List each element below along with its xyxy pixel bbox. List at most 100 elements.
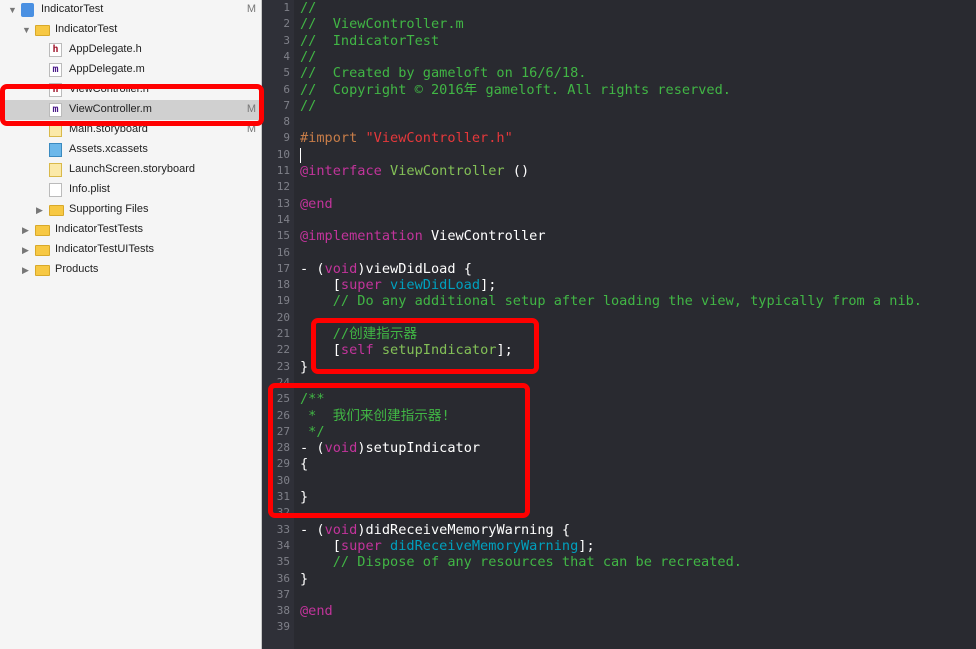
scm-status-badge: M bbox=[246, 3, 256, 15]
code-line[interactable]: [super didReceiveMemoryWarning]; bbox=[300, 538, 595, 554]
navigator-item[interactable]: LaunchScreen.storyboard bbox=[0, 160, 262, 180]
code-line[interactable]: - (void)didReceiveMemoryWarning { bbox=[300, 522, 570, 538]
folder-icon bbox=[35, 225, 50, 236]
navigator-item[interactable]: ▶ IndicatorTestTests bbox=[0, 220, 262, 240]
code-line[interactable]: @end bbox=[300, 603, 333, 619]
code-line[interactable]: // Dispose of any resources that can be … bbox=[300, 554, 742, 570]
code-token: "ViewController.h" bbox=[365, 130, 513, 147]
code-token: )didReceiveMemoryWarning { bbox=[357, 521, 571, 538]
code-token: // Do any additional setup after loading… bbox=[300, 293, 922, 310]
code-line[interactable]: // bbox=[300, 49, 316, 65]
navigator-item[interactable]: h AppDelegate.h bbox=[0, 40, 262, 60]
highlight-box-setup-call bbox=[311, 318, 539, 374]
line-number: 23 bbox=[276, 359, 290, 373]
navigator-item[interactable]: m AppDelegate.m bbox=[0, 60, 262, 80]
code-line[interactable]: // bbox=[300, 98, 316, 114]
code-token: // ViewController.m bbox=[300, 16, 464, 33]
line-number: 6 bbox=[283, 82, 290, 96]
disclosure-triangle-icon[interactable]: ▶ bbox=[36, 205, 43, 216]
disclosure-triangle-icon[interactable]: ▼ bbox=[8, 5, 17, 15]
folder-icon bbox=[35, 25, 50, 36]
code-token: // bbox=[300, 0, 317, 16]
code-line[interactable]: - (void)viewDidLoad { bbox=[300, 261, 472, 277]
code-line[interactable]: // bbox=[300, 0, 316, 16]
code-token: ViewController bbox=[381, 163, 505, 179]
code-token: } bbox=[300, 570, 309, 587]
disclosure-triangle-icon[interactable]: ▶ bbox=[22, 245, 29, 256]
navigator-item[interactable]: Assets.xcassets bbox=[0, 140, 262, 160]
line-number: 11 bbox=[276, 164, 290, 177]
code-token: - ( bbox=[300, 260, 325, 277]
code-line[interactable]: } bbox=[300, 571, 308, 587]
code-token: ViewController bbox=[422, 228, 546, 245]
code-token: super bbox=[340, 277, 382, 294]
storyboard-icon bbox=[49, 163, 62, 177]
navigator-item-label: AppDelegate.h bbox=[69, 43, 142, 55]
code-token: () bbox=[504, 163, 530, 179]
line-number: 7 bbox=[283, 98, 290, 112]
line-number: 13 bbox=[276, 196, 290, 210]
code-line[interactable]: [super viewDidLoad]; bbox=[300, 277, 497, 294]
code-token: [ bbox=[300, 537, 341, 554]
folder-icon bbox=[49, 205, 64, 216]
code-token: // Dispose of any resources that can be … bbox=[300, 554, 742, 571]
line-number: 19 bbox=[276, 294, 290, 308]
navigator-item[interactable]: ▼ IndicatorTest M bbox=[0, 0, 262, 20]
disclosure-triangle-icon[interactable]: ▶ bbox=[22, 225, 29, 236]
line-number: 37 bbox=[276, 587, 290, 601]
navigator-item-label: Assets.xcassets bbox=[69, 143, 148, 155]
navigator-item-label: IndicatorTestTests bbox=[55, 223, 144, 235]
code-line[interactable]: @interface ViewController () bbox=[300, 163, 529, 179]
line-number: 14 bbox=[276, 212, 290, 226]
code-token: - ( bbox=[300, 521, 325, 538]
navigator-item-label: Info.plist bbox=[69, 183, 110, 195]
code-line[interactable]: @implementation ViewController bbox=[300, 228, 546, 244]
line-number: 18 bbox=[276, 278, 290, 292]
line-number: 9 bbox=[283, 131, 290, 145]
code-token: ]; bbox=[578, 537, 595, 554]
code-token: ]; bbox=[480, 277, 497, 294]
navigator-item[interactable]: Info.plist bbox=[0, 180, 262, 200]
line-number: 36 bbox=[276, 571, 290, 585]
line-number: 2 bbox=[283, 17, 290, 31]
line-number: 5 bbox=[283, 66, 290, 80]
navigator-item-label: AppDelegate.m bbox=[69, 63, 145, 75]
code-token: @end bbox=[300, 195, 333, 212]
code-line[interactable]: // Copyright © 2016年 gameloft. All right… bbox=[300, 82, 731, 98]
line-number: 3 bbox=[283, 33, 290, 47]
plist-icon bbox=[49, 183, 62, 197]
code-line[interactable]: // Created by gameloft on 16/6/18. bbox=[300, 65, 586, 81]
line-number: 4 bbox=[283, 49, 290, 63]
navigator-item[interactable]: ▶ Supporting Files bbox=[0, 200, 262, 220]
code-line[interactable]: // Do any additional setup after loading… bbox=[300, 293, 922, 309]
navigator-item[interactable]: ▶ IndicatorTestUITests bbox=[0, 240, 262, 260]
disclosure-triangle-icon[interactable]: ▼ bbox=[22, 25, 31, 35]
code-line[interactable]: @end bbox=[300, 196, 333, 212]
code-token: @interface bbox=[300, 163, 382, 179]
code-token: didReceiveMemoryWarning bbox=[381, 537, 579, 554]
header-file-icon: h bbox=[49, 43, 62, 57]
line-number: 10 bbox=[276, 147, 290, 161]
code-token: void bbox=[324, 260, 358, 277]
disclosure-triangle-icon[interactable]: ▶ bbox=[22, 265, 29, 276]
line-number: 8 bbox=[283, 115, 290, 129]
code-line[interactable]: // IndicatorTest bbox=[300, 33, 439, 49]
code-token: [ bbox=[300, 277, 341, 294]
navigator-item-label: LaunchScreen.storyboard bbox=[69, 163, 195, 175]
navigator-item[interactable]: ▶ Products bbox=[0, 260, 262, 280]
code-line[interactable]: #import "ViewController.h" bbox=[300, 130, 513, 146]
line-number: 17 bbox=[276, 261, 290, 275]
line-number: 34 bbox=[276, 538, 290, 552]
navigator-item-label: IndicatorTest bbox=[55, 23, 118, 35]
highlight-box-viewcontroller-m bbox=[0, 84, 264, 126]
code-line[interactable]: } bbox=[300, 359, 308, 375]
line-number: 1 bbox=[283, 1, 290, 14]
project-icon bbox=[21, 3, 34, 17]
code-line[interactable]: // ViewController.m bbox=[300, 16, 464, 32]
navigator-item[interactable]: ▼ IndicatorTest bbox=[0, 20, 262, 40]
line-number: 21 bbox=[276, 327, 290, 340]
line-number: 39 bbox=[276, 620, 290, 634]
code-token: // IndicatorTest bbox=[300, 32, 440, 49]
line-number: 15 bbox=[276, 229, 290, 243]
line-number: 22 bbox=[276, 343, 290, 357]
